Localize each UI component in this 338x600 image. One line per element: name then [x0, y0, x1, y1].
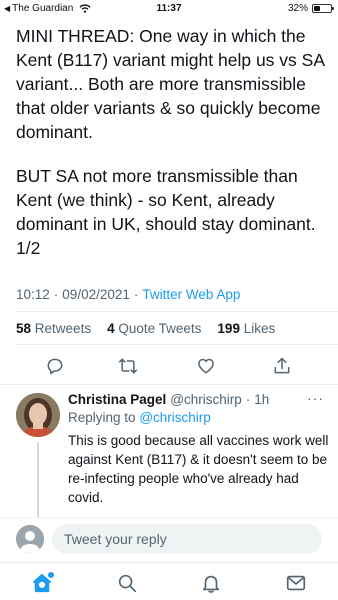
tweet-actions [0, 354, 338, 380]
search-icon [118, 574, 137, 593]
tab-home[interactable] [29, 570, 55, 596]
tweet-source-link[interactable]: Twitter Web App [142, 287, 240, 302]
likes-label: Likes [243, 321, 276, 336]
tweet-paragraph-1: MINI THREAD: One way in which the Kent (… [16, 26, 325, 142]
likes-count: 199 [217, 321, 240, 336]
avatar[interactable] [16, 393, 60, 437]
tweet-paragraph-2: BUT SA not more transmissible than Kent … [16, 166, 316, 258]
more-options-icon[interactable]: ··· [307, 390, 324, 406]
battery-percent: 32% [287, 3, 308, 14]
battery-icon [312, 4, 334, 13]
retweets-count: 58 [16, 321, 32, 336]
share-icon [274, 357, 290, 374]
tab-messages[interactable] [283, 570, 309, 596]
quotes-stat[interactable]: 4 Quote Tweets [107, 321, 201, 336]
reply-button[interactable] [43, 354, 67, 378]
reply-icon [47, 358, 63, 375]
reply-separator: · [245, 392, 251, 407]
tab-search[interactable] [114, 570, 140, 596]
reply-header: Christina Pagel @chrischirp · 1h [68, 392, 269, 407]
replying-to: Replying to @chrischirp [68, 410, 211, 425]
reply-author-name[interactable]: Christina Pagel [68, 392, 166, 407]
retweets-stat[interactable]: 58 Retweets [16, 321, 91, 336]
share-button[interactable] [270, 354, 294, 378]
reply-text: This is good because all vaccines work w… [68, 433, 329, 505]
quotes-label: Quote Tweets [118, 321, 202, 336]
reply-author-handle[interactable]: @chrischirp [170, 392, 241, 407]
tab-bar [0, 562, 338, 600]
status-bar: ◀ The Guardian 11:37 32% [0, 0, 338, 18]
replying-to-label: Replying to [68, 410, 136, 425]
quotes-count: 4 [107, 321, 115, 336]
avatar-portrait [16, 393, 60, 437]
meta-separator: · [53, 287, 59, 302]
messages-icon [286, 575, 306, 591]
divider [0, 384, 338, 385]
new-tweets-dot [48, 572, 54, 578]
user-avatar [16, 525, 44, 553]
retweets-label: Retweets [34, 321, 92, 336]
tweet-meta: 10:12 · 09/02/2021 · Twitter Web App [16, 287, 240, 302]
retweet-icon [118, 358, 138, 374]
notifications-icon [202, 575, 220, 593]
tweet-date: 09/02/2021 [62, 287, 130, 302]
tab-notifications[interactable] [198, 570, 224, 596]
like-button[interactable] [194, 354, 218, 378]
divider [16, 311, 338, 312]
tweet-time: 10:12 [16, 287, 50, 302]
replying-to-mention[interactable]: @chrischirp [139, 410, 210, 425]
retweet-button[interactable] [116, 354, 140, 378]
default-avatar-icon [16, 525, 44, 553]
tweet-stats: 58 Retweets 4 Quote Tweets 199 Likes [16, 321, 275, 336]
likes-stat[interactable]: 199 Likes [217, 321, 275, 336]
meta-separator: · [133, 287, 139, 302]
reply-input[interactable]: Tweet your reply [52, 524, 322, 554]
reply-age: 1h [254, 392, 270, 407]
like-icon [198, 358, 214, 374]
thread-line [37, 442, 39, 520]
divider [16, 344, 338, 345]
